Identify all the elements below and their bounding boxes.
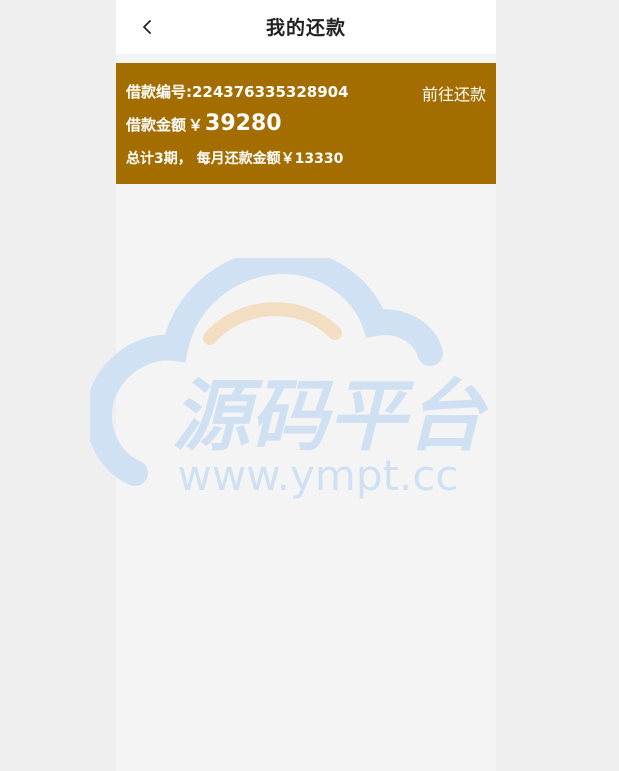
back-button[interactable] — [134, 14, 160, 40]
loan-number: 借款编号:224376335328904 — [126, 81, 349, 102]
loan-number-row: 借款编号:224376335328904 前往还款 — [126, 81, 486, 105]
app-screen: 我的还款 借款编号:224376335328904 前往还款 借款金额 ￥3928… — [116, 0, 496, 771]
go-repay-link[interactable]: 前往还款 — [422, 81, 486, 105]
loan-number-value: 224376335328904 — [192, 83, 349, 101]
loan-amount-value: 39280 — [205, 111, 282, 136]
loan-number-label: 借款编号: — [126, 83, 192, 101]
chevron-left-icon — [143, 20, 151, 34]
page-title: 我的还款 — [265, 17, 346, 39]
currency-symbol: ￥ — [188, 116, 204, 134]
repayment-summary: 总计3期， 每月还款金额￥13330 — [126, 151, 344, 167]
loan-amount-row: 借款金额 ￥39280 — [126, 111, 282, 141]
nav-bar: 我的还款 — [116, 0, 496, 54]
loan-card: 借款编号:224376335328904 前往还款 借款金额 ￥39280 总计3… — [116, 63, 496, 184]
loan-amount-label: 借款金额 — [126, 116, 187, 134]
